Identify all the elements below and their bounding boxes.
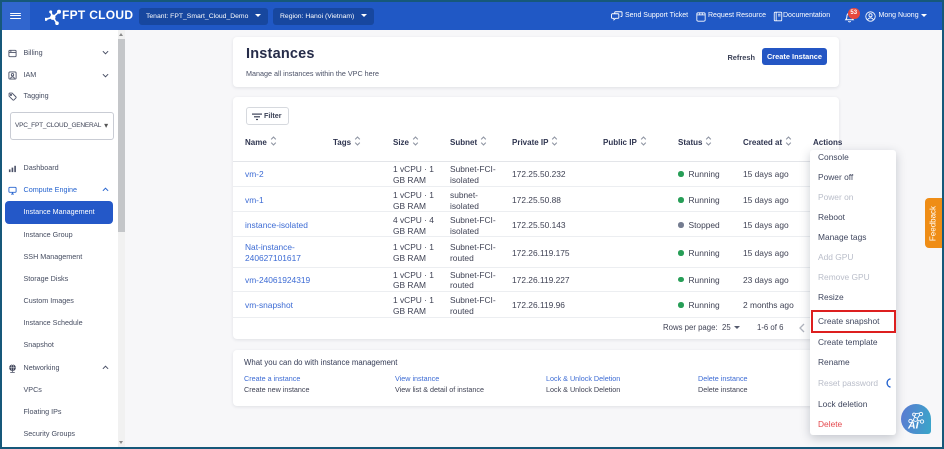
svg-text:AI: AI (907, 420, 920, 432)
